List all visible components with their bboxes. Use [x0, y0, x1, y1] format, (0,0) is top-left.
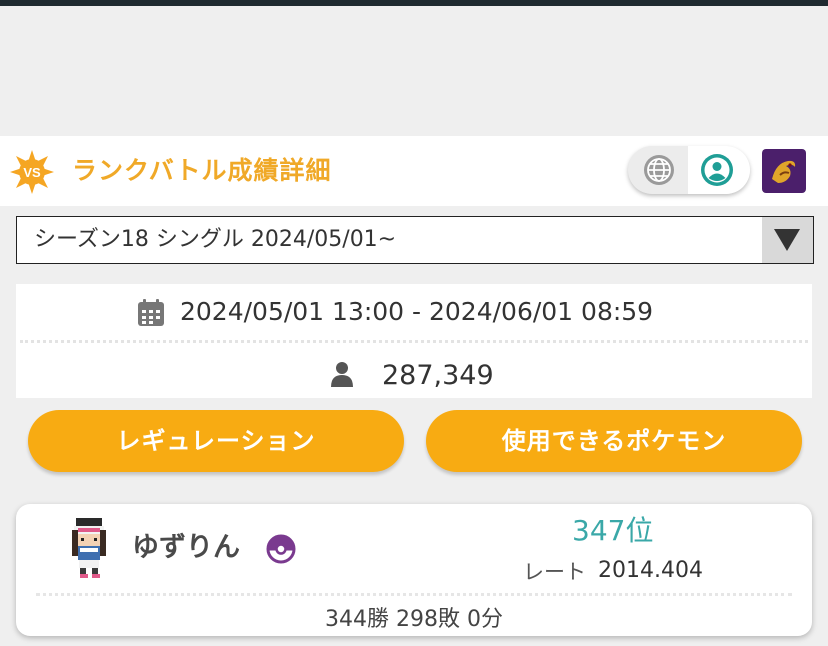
select-arrow-button[interactable]	[762, 217, 813, 263]
dragon-emblem-icon[interactable]	[762, 149, 806, 193]
user-circle-icon[interactable]	[700, 153, 734, 187]
page-title: ランクバトル成績詳細	[72, 156, 332, 185]
top-status-bar	[0, 0, 828, 6]
vs-badge-icon: VS	[8, 148, 56, 196]
rate-label: レート	[523, 560, 586, 584]
regulation-button[interactable]: レギュレーション	[28, 410, 404, 472]
trainer-avatar	[68, 516, 110, 580]
person-icon	[328, 360, 356, 388]
player-name: ゆずりん	[132, 532, 240, 563]
rate-value: 2014.404	[598, 558, 703, 583]
card-divider	[36, 593, 792, 596]
caret-down-icon	[774, 229, 800, 251]
calendar-icon	[136, 298, 166, 328]
usable-pokemon-button[interactable]: 使用できるポケモン	[426, 410, 802, 472]
globe-icon[interactable]	[642, 153, 676, 187]
season-period: 2024/05/01 13:00 - 2024/06/01 08:59	[180, 297, 654, 326]
master-ball-icon	[266, 534, 296, 564]
player-count: 287,349	[382, 360, 494, 391]
season-select-value: シーズン18 シングル 2024/05/01~	[34, 227, 397, 252]
player-rank: 347位	[572, 514, 654, 547]
vs-badge-text: VS	[23, 165, 41, 180]
win-loss-record: 344勝 298敗 0分	[325, 607, 503, 632]
info-divider	[20, 340, 808, 343]
